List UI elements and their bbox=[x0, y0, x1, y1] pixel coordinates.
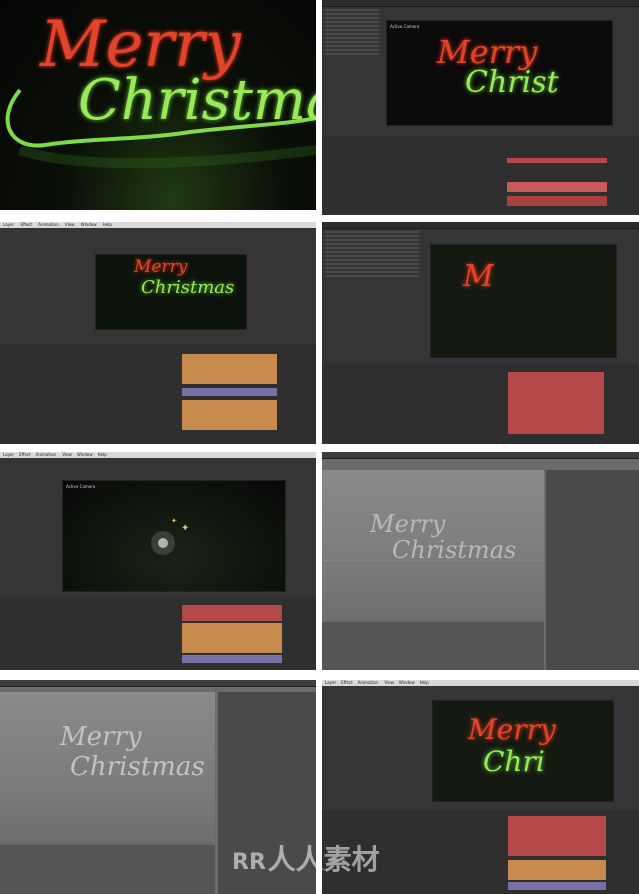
c4d-panel-6: Merry Christmas bbox=[322, 452, 639, 670]
effect-controls-panel bbox=[322, 229, 422, 359]
menu-help[interactable]: Help bbox=[103, 222, 112, 227]
ae-panel-5: Layer Effect Animation View Window Help Acti… bbox=[0, 452, 316, 670]
viewport-merry-text: Merry bbox=[370, 510, 446, 538]
menu-effect[interactable]: Effect bbox=[20, 222, 32, 227]
viewport-merry-text: Merry bbox=[60, 722, 142, 752]
ae-panel-2: Active Camera Merry Christ bbox=[322, 0, 639, 215]
composition-viewer[interactable]: Active Camera ✦ ✦ bbox=[62, 480, 286, 592]
timeline-panel[interactable] bbox=[322, 364, 639, 444]
viewport-christmas-text: Christmas bbox=[392, 536, 517, 564]
svg-text:✦: ✦ bbox=[171, 517, 177, 525]
menu-bar[interactable]: Layer Effect Animation View Window Help bbox=[0, 222, 316, 228]
menu-view[interactable]: View bbox=[65, 222, 75, 227]
ae-panel-3: Layer Effect Animation View Window Help … bbox=[0, 222, 316, 444]
watermark-brand: 人人素材 bbox=[267, 843, 380, 876]
composition-viewer[interactable]: Merry Christmas bbox=[95, 254, 247, 330]
effect-controls-panel bbox=[322, 7, 382, 135]
hero-swirl-stroke bbox=[5, 88, 316, 169]
object-manager[interactable] bbox=[546, 470, 639, 670]
timeline-panel[interactable] bbox=[322, 136, 639, 215]
watermark-logo: RR 人人素材 bbox=[232, 838, 380, 878]
viewer-merry-text: Merry bbox=[134, 257, 188, 277]
right-panel bbox=[614, 7, 639, 135]
3d-viewport[interactable]: Merry Christmas bbox=[0, 692, 215, 842]
viewer-christmas-text: Christmas bbox=[141, 277, 235, 298]
composition-viewer[interactable]: M bbox=[430, 244, 617, 358]
menu-animation[interactable]: Animation bbox=[38, 222, 58, 227]
menu-layer[interactable]: Layer bbox=[3, 222, 14, 227]
timeline-panel[interactable] bbox=[0, 344, 316, 444]
watermark-rr: RR bbox=[232, 850, 266, 875]
menu-window[interactable]: Window bbox=[81, 222, 97, 227]
timeline-panel[interactable] bbox=[0, 597, 316, 670]
svg-text:✦: ✦ bbox=[181, 523, 189, 534]
viewer-camera-label: Active Camera bbox=[390, 24, 420, 29]
ae-panel-4: M bbox=[322, 222, 639, 444]
viewer-merry-text: Merry bbox=[468, 713, 556, 746]
menu-bar[interactable]: Layer Effect Animation View Window Help bbox=[322, 680, 639, 686]
menu-bar[interactable]: Layer Effect Animation View Window Help bbox=[0, 452, 316, 458]
viewport-christmas-text: Christmas bbox=[70, 752, 205, 782]
viewer-christmas-text: Christ bbox=[465, 65, 559, 100]
viewer-christmas-text: Chri bbox=[483, 745, 545, 778]
3d-viewport[interactable]: Merry Christmas bbox=[322, 470, 544, 620]
hero-render: Merry Christmas bbox=[0, 0, 316, 210]
right-panel bbox=[285, 229, 316, 341]
particle-sparkles: ✦ ✦ bbox=[151, 517, 189, 555]
project-panel bbox=[0, 229, 70, 341]
composition-viewer[interactable]: Merry Chri bbox=[432, 700, 614, 802]
viewer-merry-text: M bbox=[463, 259, 494, 294]
composition-viewer[interactable]: Active Camera Merry Christ bbox=[386, 20, 613, 126]
panel-tabs bbox=[322, 0, 639, 7]
